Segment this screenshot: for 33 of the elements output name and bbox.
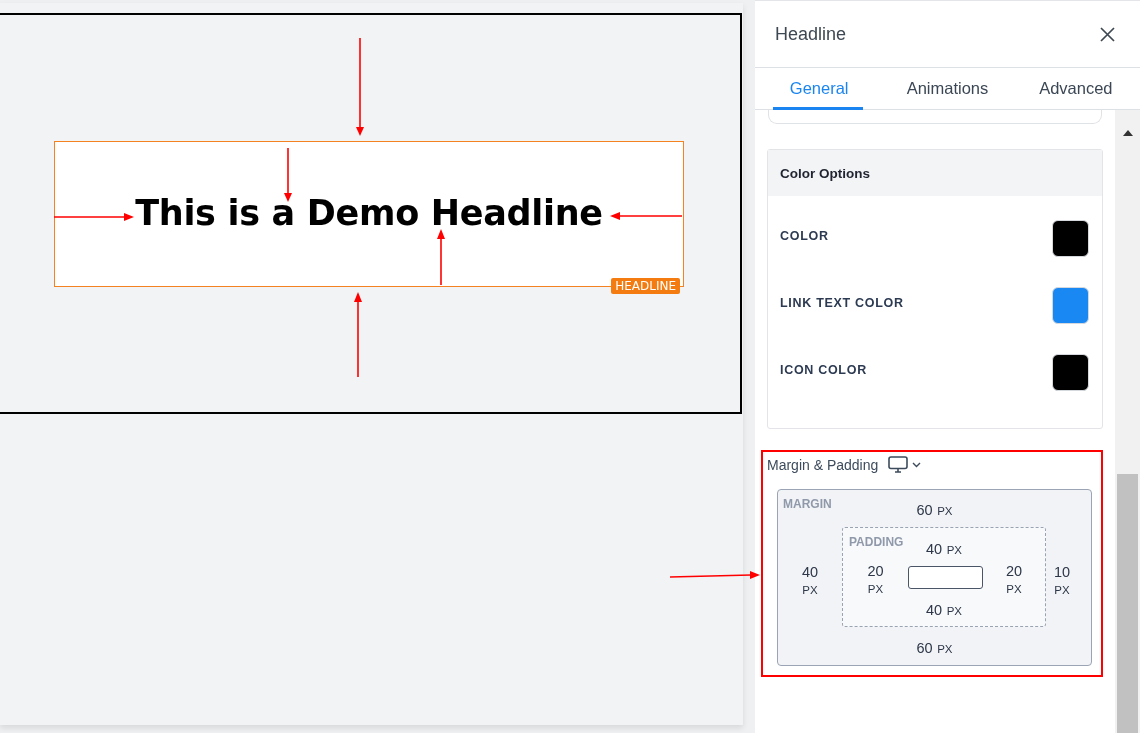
padding-value[interactable]: 20 PX (1005, 562, 1023, 598)
padding-label: PADDING (849, 535, 904, 549)
scrollbar-track[interactable] (1115, 110, 1140, 733)
padding-value[interactable]: 40 PX (926, 601, 962, 626)
margin-value[interactable]: 40 PX (801, 563, 819, 599)
tab[interactable]: Animations (883, 68, 1012, 109)
margin-value[interactable]: 10 PX (1050, 563, 1074, 599)
tab[interactable]: Advanced (1011, 68, 1140, 109)
section-title: Margin & Padding (767, 456, 879, 473)
margin-value[interactable]: 60 PX (916, 639, 953, 665)
headline-text: This is a Demo Headline (135, 193, 603, 235)
annotation-arrow (437, 229, 445, 286)
scroll-up-arrow-icon[interactable] (1122, 130, 1133, 136)
color-swatch-icon[interactable] (1052, 287, 1089, 324)
color-label: LINK TEXT COLOR (780, 295, 904, 312)
margin-label: MARGIN (783, 497, 832, 511)
element-label: HEADLINE (611, 278, 680, 294)
monitor-icon (888, 456, 909, 473)
color-label: ICON COLOR (780, 362, 867, 379)
padding-value[interactable]: 40 PX (926, 540, 962, 558)
tab[interactable]: General (755, 68, 884, 109)
color-swatch-icon[interactable] (1052, 220, 1089, 257)
color-label: COLOR (780, 228, 829, 245)
padding-value[interactable]: 20 PX (867, 562, 884, 598)
card-title: Color Options (780, 165, 870, 181)
margin-value[interactable]: 60 PX (916, 501, 953, 519)
scrollbar-thumb[interactable] (1117, 474, 1138, 733)
device-dropdown[interactable] (888, 456, 922, 473)
close-icon[interactable] (1100, 26, 1115, 42)
color-swatch-icon[interactable] (1052, 354, 1089, 391)
annotation-arrow (284, 147, 292, 202)
panel-title: Headline (775, 23, 847, 45)
caret-icon (912, 461, 922, 468)
